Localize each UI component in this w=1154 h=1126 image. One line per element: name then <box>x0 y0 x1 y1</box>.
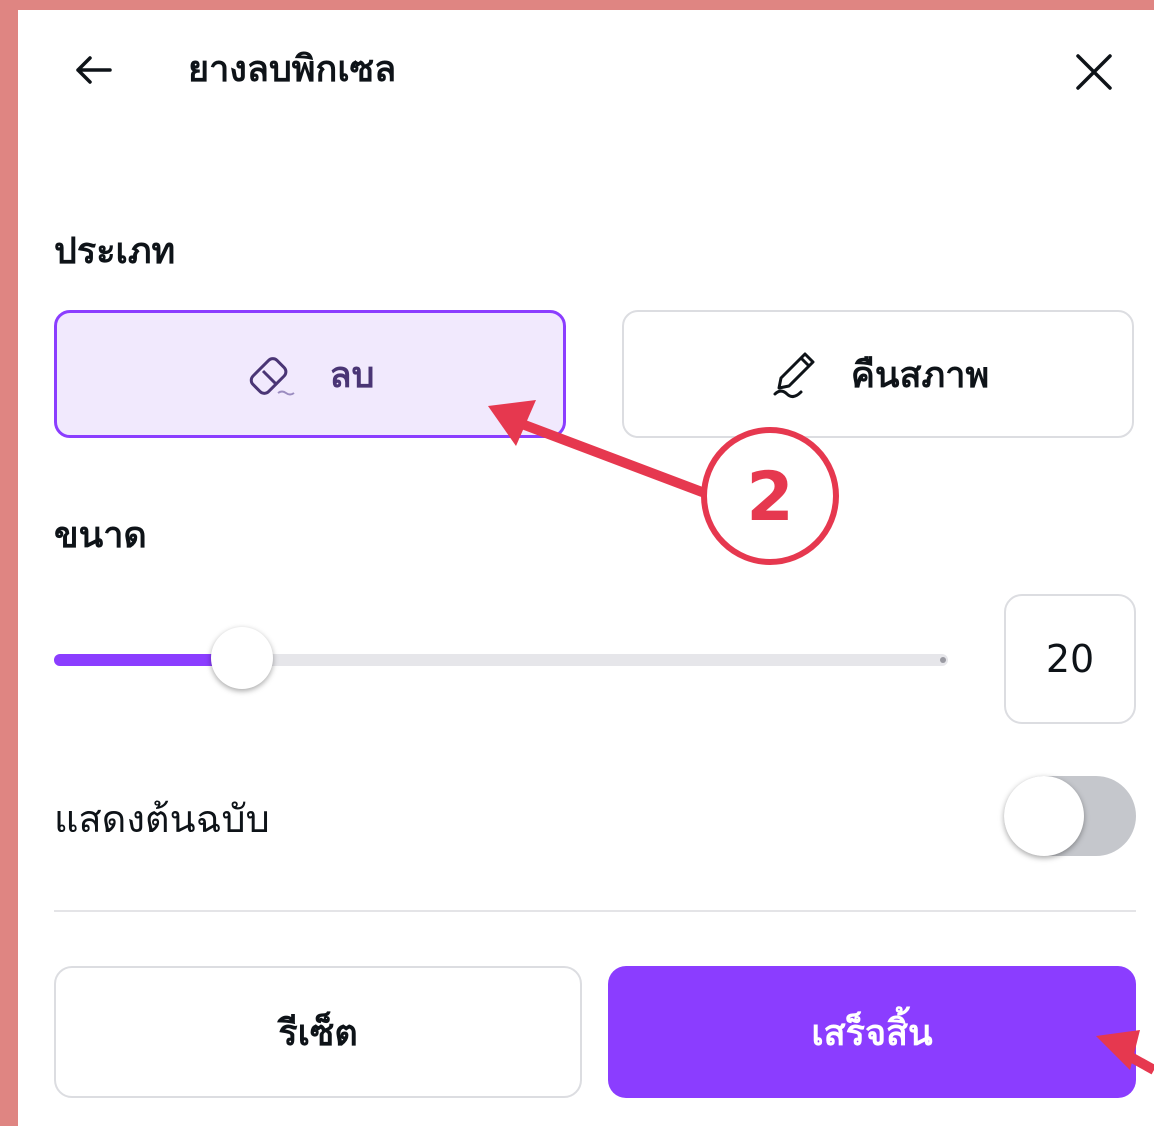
done-button[interactable]: เสร็จสิ้น <box>608 966 1136 1098</box>
size-value-input[interactable] <box>1004 594 1136 724</box>
arrow-left-icon[interactable] <box>66 42 122 98</box>
reset-button[interactable]: รีเซ็ต <box>54 966 582 1098</box>
type-section-label: ประเภท <box>54 231 176 272</box>
reset-button-label: รีเซ็ต <box>278 1012 358 1054</box>
divider <box>54 910 1136 912</box>
show-original-label: แสดงต้นฉบับ <box>54 797 270 841</box>
toggle-knob <box>1004 776 1084 856</box>
restore-option-label: คืนสภาพ <box>850 354 990 396</box>
size-slider-thumb[interactable] <box>211 627 273 689</box>
erase-option-label: ลบ <box>329 354 375 396</box>
pixel-eraser-panel: ยางลบพิกเซล ประเภท ลบ คืนสภาพ ขนาด แสดงต… <box>18 10 1154 1126</box>
done-button-label: เสร็จสิ้น <box>811 1012 933 1054</box>
eraser-icon <box>249 357 295 396</box>
panel-title: ยางลบพิกเซล <box>188 49 397 90</box>
slider-end-marker <box>940 657 946 663</box>
restore-option-button[interactable]: คืนสภาพ <box>622 310 1134 438</box>
close-icon[interactable] <box>1066 44 1122 100</box>
pen-restore-icon <box>773 352 815 399</box>
size-section-label: ขนาด <box>54 515 147 556</box>
erase-option-button[interactable]: ลบ <box>54 310 566 438</box>
